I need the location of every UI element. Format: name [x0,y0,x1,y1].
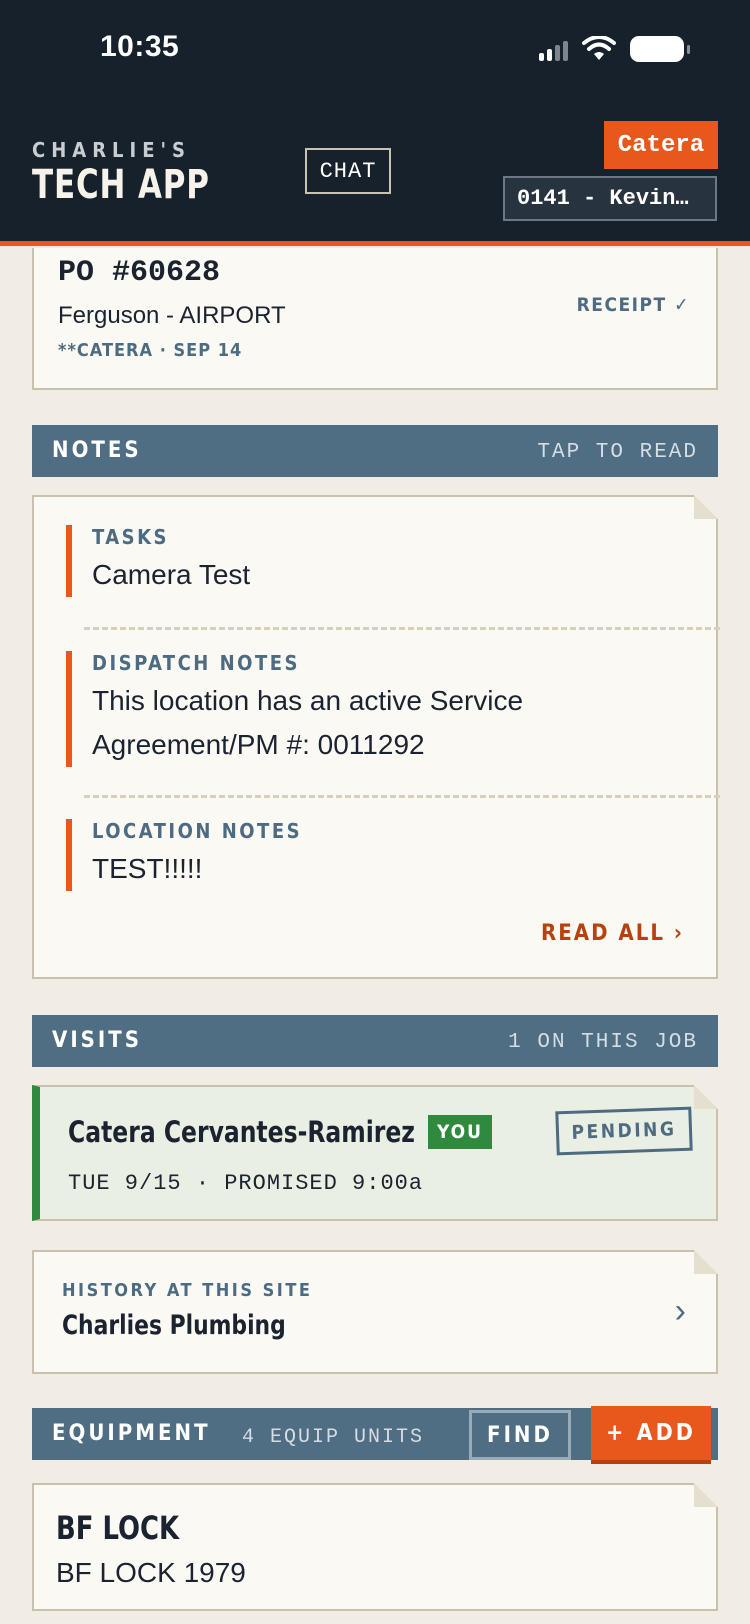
equipment-header: EQUIPMENT 4 EQUIP UNITS FIND + ADD [32,1406,718,1464]
receipt-status: RECEIPT ✓ [576,294,690,316]
equipment-count: 4 EQUIP UNITS [242,1426,425,1449]
notes-header[interactable]: NOTES TAP TO READ [32,425,718,477]
status-icons [539,36,690,62]
chat-button[interactable]: CHAT [305,148,391,194]
note-text: Camera Test [92,559,251,590]
note-label: DISPATCH NOTES [92,651,300,675]
find-equipment-button[interactable]: FIND [469,1410,571,1460]
note-location: LOCATION NOTES TEST!!!!! [66,819,686,891]
visits-count: 1 ON THIS JOB [508,1031,698,1054]
visits-title: VISITS [52,1028,143,1053]
note-text: TEST!!!!! [92,853,203,884]
visit-status-stamp: PENDING [555,1106,693,1156]
add-equipment-button[interactable]: + ADD [591,1406,711,1464]
po-meta: **CATERA · SEP 14 [58,340,243,361]
notes-title: NOTES [52,438,142,463]
visit-card[interactable]: Catera Cervantes-Ramirez YOU TUE 9/15 · … [32,1085,718,1221]
brand-top: CHARLIE'S [32,138,191,162]
note-dispatch: DISPATCH NOTES This location has an acti… [66,651,686,767]
app-title: TECH APP [32,162,210,208]
read-all-link[interactable]: READ ALL › [541,921,684,946]
job-selector[interactable]: 0141 - Kevin… [503,176,717,221]
visit-schedule: TUE 9/15 · PROMISED 9:00a [68,1171,424,1196]
po-card[interactable]: PO #60628 Ferguson - AIRPORT **CATERA · … [32,248,718,390]
po-number: PO #60628 [58,256,221,290]
equipment-item[interactable]: BF LOCK BF LOCK 1979 [32,1483,718,1611]
tap-to-read[interactable]: TAP TO READ [537,441,698,464]
equipment-subtitle: BF LOCK 1979 [56,1557,246,1588]
battery-icon [630,36,690,62]
app-header: 10:35 CHARLIE'S TECH APP CHAT Catera 014… [0,0,750,246]
notes-card[interactable]: TASKS Camera Test DISPATCH NOTES This lo… [32,495,720,979]
user-badge[interactable]: Catera [604,121,718,169]
wifi-icon [582,36,616,60]
chevron-right-icon: › [674,1292,686,1330]
history-site-name: Charlies Plumbing [62,1310,286,1341]
history-card[interactable]: HISTORY AT THIS SITE Charlies Plumbing › [32,1250,718,1374]
status-time: 10:35 [100,30,180,63]
note-label: TASKS [92,525,170,549]
cellular-signal-icon [539,37,568,61]
note-text: This location has an active Service Agre… [92,685,524,760]
you-badge: YOU [428,1115,492,1149]
note-tasks: TASKS Camera Test [66,525,686,597]
equipment-title: EQUIPMENT [52,1421,211,1446]
visits-header: VISITS 1 ON THIS JOB [32,1015,718,1067]
po-vendor: Ferguson - AIRPORT [58,302,286,329]
note-divider [84,795,720,798]
history-label: HISTORY AT THIS SITE [62,1280,313,1301]
note-divider [84,627,720,630]
visit-tech-name: Catera Cervantes-Ramirez [68,1115,415,1149]
equipment-name: BF LOCK [56,1509,180,1547]
note-label: LOCATION NOTES [92,819,303,843]
